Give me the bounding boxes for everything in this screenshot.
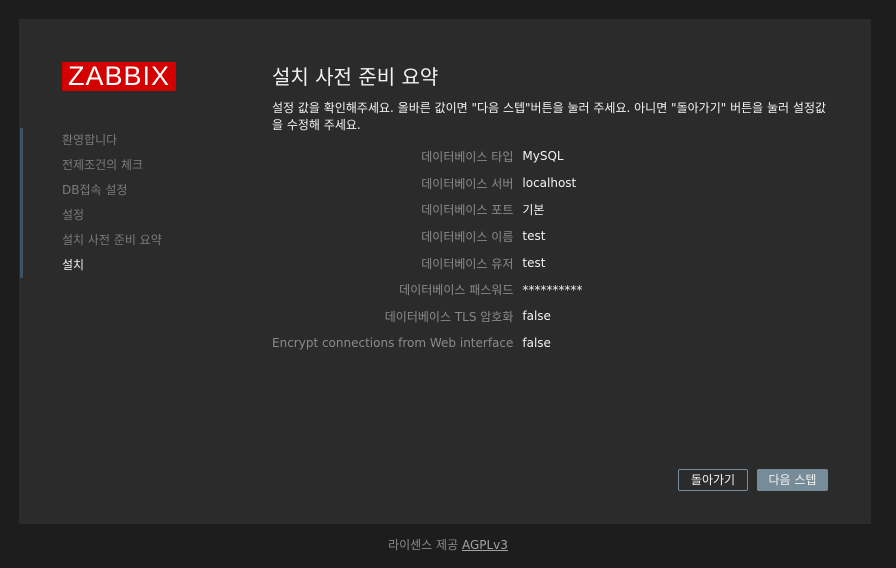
step-item-settings: 설정 xyxy=(62,208,85,222)
summary-value-db-password: ********** xyxy=(522,282,583,297)
back-button[interactable]: 돌아가기 xyxy=(678,469,748,491)
summary-row: 데이터베이스 유저 test xyxy=(272,250,582,277)
summary-row: 데이터베이스 포트 기본 xyxy=(272,196,582,223)
summary-label-db-password: 데이터베이스 패스워드 xyxy=(399,283,514,298)
setup-steps-nav: 환영합니다 전제조건의 체크 DB접속 설정 설정 설치 사전 준비 요약 설치 xyxy=(20,128,223,278)
summary-label-db-user: 데이터베이스 유저 xyxy=(421,256,514,271)
step-item-install: 설치 xyxy=(62,258,85,272)
summary-value-db-name: test xyxy=(522,229,546,244)
summary-value-db-user: test xyxy=(522,256,546,271)
footer: 라이센스 제공 AGPLv3 xyxy=(0,536,896,553)
step-item-prerequisites: 전제조건의 체크 xyxy=(62,158,144,172)
page-title: 설치 사전 준비 요약 xyxy=(272,65,439,89)
summary-label-db-type: 데이터베이스 타입 xyxy=(421,149,514,164)
summary-row: 데이터베이스 패스워드 ********** xyxy=(272,276,582,303)
summary-label-db-server: 데이터베이스 서버 xyxy=(421,176,514,191)
step-item-pre-install-summary: 설치 사전 준비 요약 xyxy=(62,233,162,247)
summary-label-encrypt-web: Encrypt connections from Web interface xyxy=(272,336,514,351)
summary-label-db-tls: 데이터베이스 TLS 암호화 xyxy=(384,309,514,324)
license-link[interactable]: AGPLv3 xyxy=(462,538,508,552)
summary-row: Encrypt connections from Web interface f… xyxy=(272,330,582,357)
summary-row: 데이터베이스 서버 localhost xyxy=(272,170,582,197)
summary-value-encrypt-web: false xyxy=(522,336,551,351)
step-item-db-connection: DB접속 설정 xyxy=(62,183,128,197)
summary-table: 데이터베이스 타입 MySQL 데이터베이스 서버 localhost 데이터베… xyxy=(272,143,582,357)
summary-row: 데이터베이스 이름 test xyxy=(272,223,582,250)
next-step-button[interactable]: 다음 스텝 xyxy=(757,469,828,491)
summary-value-db-port: 기본 xyxy=(522,203,545,218)
step-item-welcome: 환영합니다 xyxy=(62,133,118,147)
instructions-text: 설정 값을 확인해주세요. 올바른 값이면 "다음 스텝"버튼을 눌러 주세요.… xyxy=(272,101,827,132)
summary-value-db-tls: false xyxy=(522,309,551,324)
summary-row: 데이터베이스 TLS 암호화 false xyxy=(272,303,582,330)
summary-row: 데이터베이스 타입 MySQL xyxy=(272,143,582,170)
summary-value-db-server: localhost xyxy=(522,176,577,191)
summary-label-db-name: 데이터베이스 이름 xyxy=(421,229,514,244)
license-text: 라이센스 제공 xyxy=(388,538,459,552)
summary-label-db-port: 데이터베이스 포트 xyxy=(421,203,514,218)
summary-value-db-type: MySQL xyxy=(522,149,564,164)
zabbix-logo: ZABBIX xyxy=(62,62,176,91)
